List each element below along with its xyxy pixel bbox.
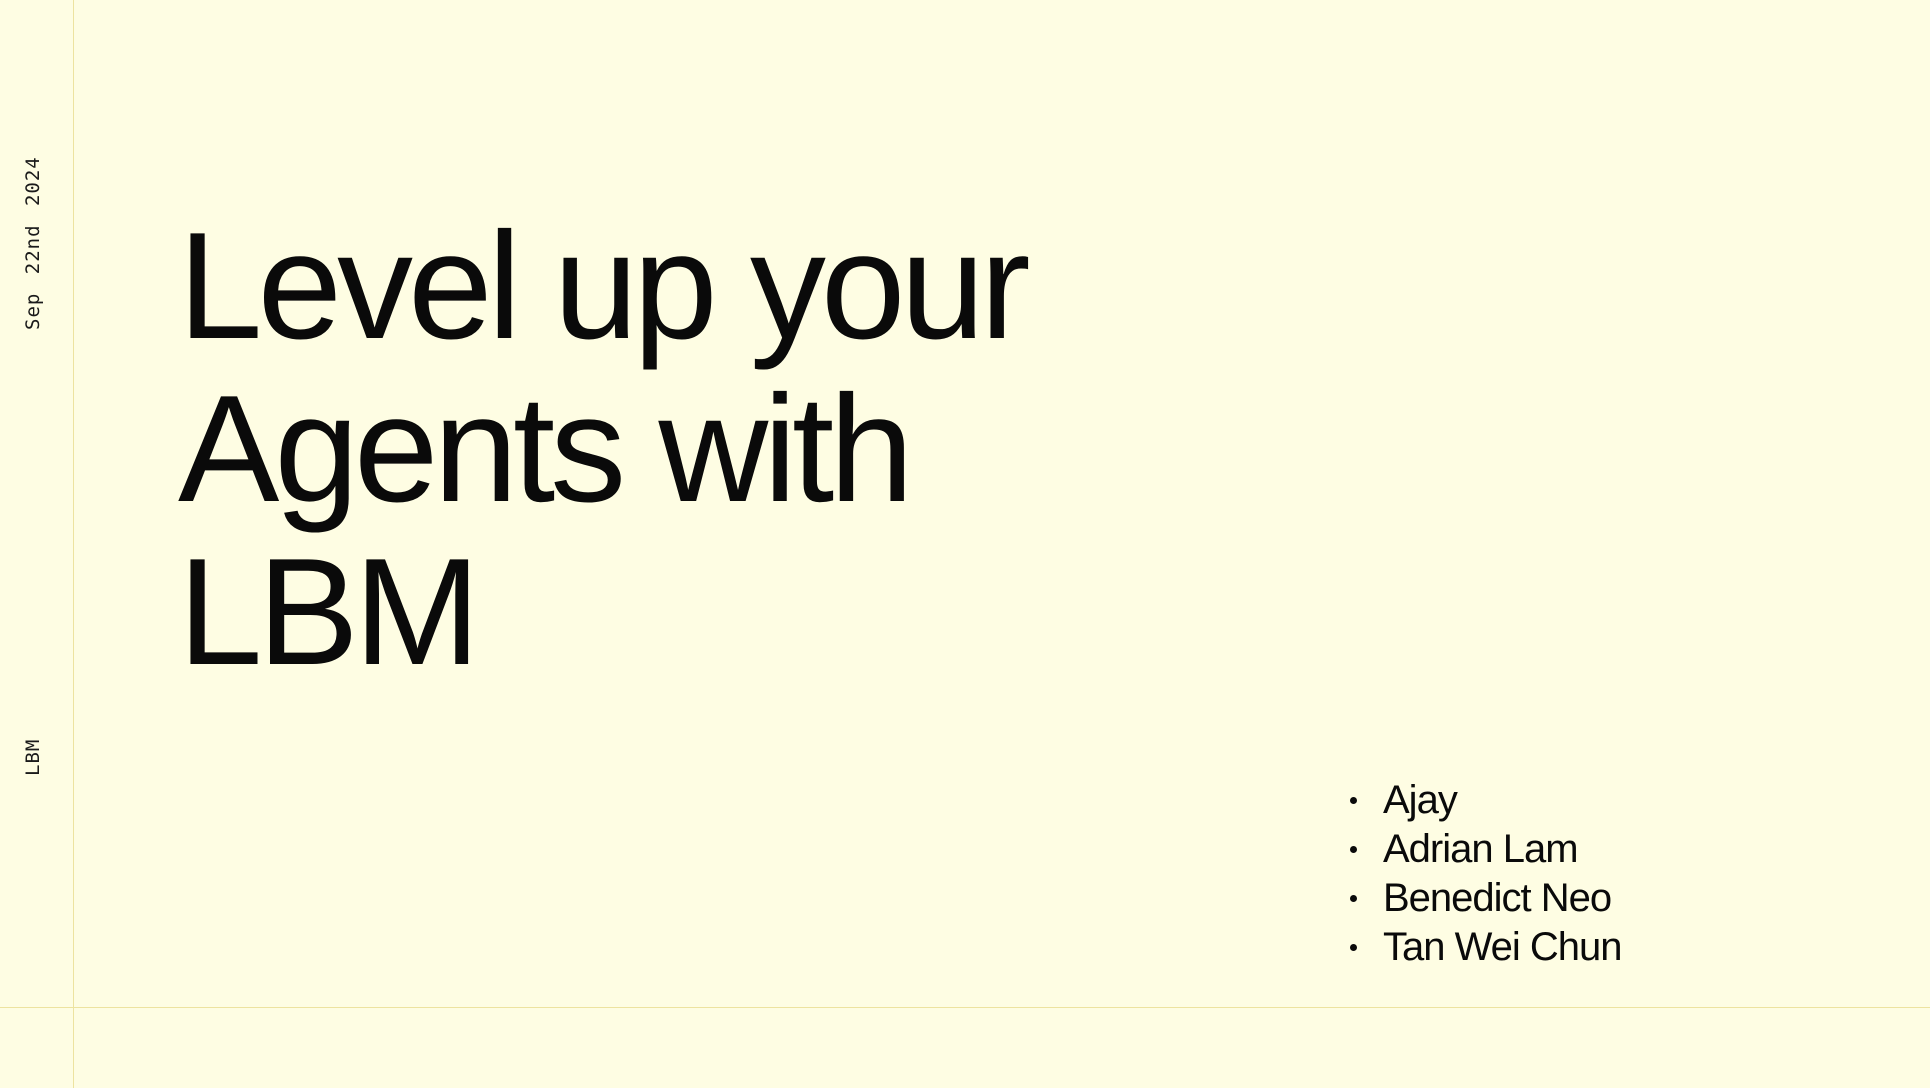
bullet-icon bbox=[1350, 895, 1357, 902]
title-slide: Sep 22nd 2024 LBM Level up your Agents w… bbox=[0, 0, 1930, 1088]
slide-title: Level up your Agents with LBM bbox=[178, 201, 1031, 697]
horizontal-rule bbox=[0, 1007, 1930, 1008]
slide-date: Sep 22nd 2024 bbox=[22, 156, 44, 330]
bullet-icon bbox=[1350, 846, 1357, 853]
author-name: Adrian Lam bbox=[1383, 827, 1579, 871]
title-line: Agents with bbox=[178, 364, 914, 534]
author-name: Ajay bbox=[1383, 778, 1458, 822]
author-item: Adrian Lam bbox=[1348, 825, 1622, 874]
author-item: Tan Wei Chun bbox=[1348, 923, 1623, 972]
slide-brand: LBM bbox=[22, 738, 44, 776]
author-list: Ajay Adrian Lam Benedict Neo Tan Wei Chu… bbox=[1348, 776, 1623, 972]
bullet-icon bbox=[1350, 797, 1357, 804]
bullet-icon bbox=[1350, 944, 1357, 951]
author-item: Benedict Neo bbox=[1348, 874, 1622, 923]
title-line: Level up your bbox=[178, 201, 1031, 371]
title-line: LBM bbox=[178, 527, 481, 697]
author-name: Tan Wei Chun bbox=[1383, 925, 1623, 969]
author-name: Benedict Neo bbox=[1383, 876, 1612, 920]
author-item: Ajay bbox=[1348, 776, 1622, 825]
vertical-rule bbox=[73, 0, 74, 1088]
